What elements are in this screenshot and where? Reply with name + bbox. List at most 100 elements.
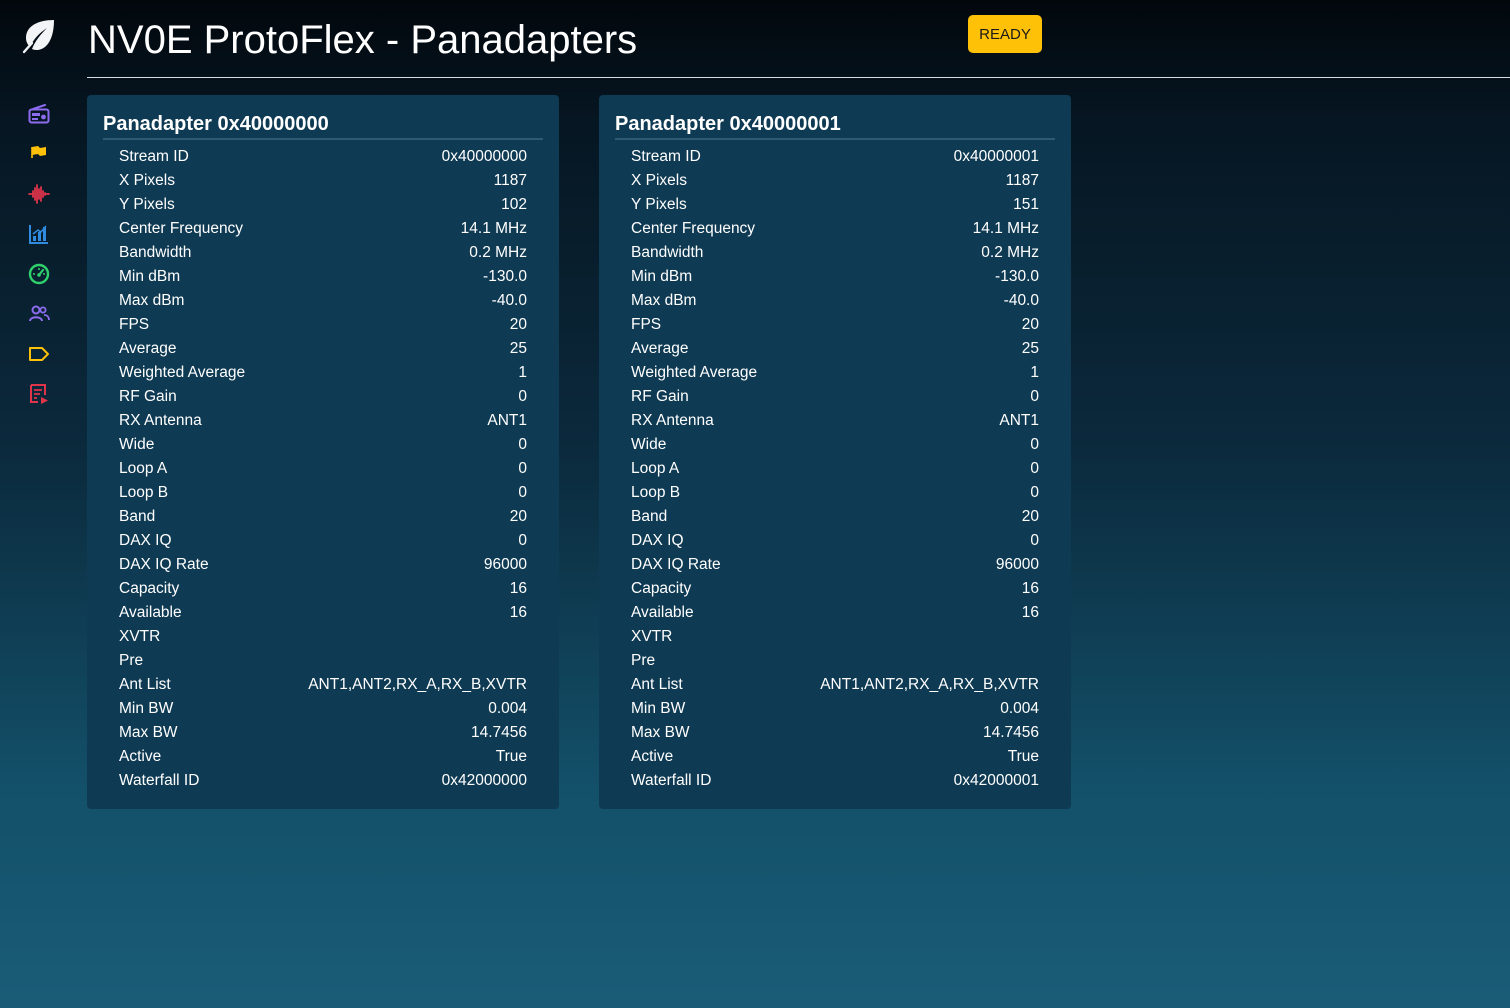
audio-waveform-icon[interactable] — [26, 181, 52, 207]
property-row: Min dBm -130.0 — [119, 265, 527, 289]
property-value: 14.1 MHz — [972, 220, 1039, 237]
property-label: Center Frequency — [631, 220, 756, 237]
leaf-icon[interactable] — [20, 16, 58, 54]
property-row: RX Antenna ANT1 — [631, 409, 1039, 433]
property-row: Min BW 0.004 — [119, 697, 527, 721]
property-label: Pre — [119, 652, 144, 669]
property-row: Min BW 0.004 — [631, 697, 1039, 721]
property-row: XVTR — [631, 625, 1039, 649]
property-row: Loop B 0 — [631, 481, 1039, 505]
property-row: Min dBm -130.0 — [631, 265, 1039, 289]
property-row: RF Gain 0 — [119, 385, 527, 409]
property-row: Band 20 — [119, 505, 527, 529]
status-badge: READY — [968, 15, 1042, 53]
property-row: Max dBm -40.0 — [119, 289, 527, 313]
property-row: FPS 20 — [631, 313, 1039, 337]
property-label: Bandwidth — [631, 244, 704, 261]
property-row: Ant List ANT1,ANT2,RX_A,RX_B,XVTR — [631, 673, 1039, 697]
property-value: 16 — [509, 604, 527, 621]
property-value: 16 — [1021, 604, 1039, 621]
property-value: 151 — [1013, 196, 1039, 213]
flag-icon[interactable] — [26, 139, 52, 165]
property-row: Active True — [631, 745, 1039, 769]
property-label: DAX IQ — [631, 532, 684, 549]
tag-icon[interactable] — [26, 341, 52, 367]
property-value: 0 — [1030, 460, 1039, 477]
property-row: Y Pixels 151 — [631, 193, 1039, 217]
property-row: RX Antenna ANT1 — [119, 409, 527, 433]
property-label: Min BW — [119, 700, 174, 717]
property-label: Loop B — [631, 484, 681, 501]
property-row: Active True — [119, 745, 527, 769]
property-value: 14.7456 — [470, 724, 527, 741]
property-row: Capacity 16 — [631, 577, 1039, 601]
property-label: Capacity — [631, 580, 692, 597]
property-row: Weighted Average 1 — [119, 361, 527, 385]
log-icon[interactable] — [26, 381, 52, 407]
property-value: 0.004 — [488, 700, 527, 717]
property-label: X Pixels — [631, 172, 687, 189]
property-value: 0 — [1030, 532, 1039, 549]
property-label: Wide — [631, 436, 667, 453]
property-value: 14.1 MHz — [460, 220, 527, 237]
property-label: Average — [631, 340, 689, 357]
property-label: Max dBm — [631, 292, 697, 309]
property-row: Bandwidth 0.2 MHz — [119, 241, 527, 265]
property-label: Min BW — [631, 700, 686, 717]
property-label: FPS — [631, 316, 662, 333]
property-row: Loop A 0 — [119, 457, 527, 481]
panadapter-card: Panadapter 0x40000000 Stream ID 0x4000000… — [87, 95, 559, 809]
property-row: Wide 0 — [631, 433, 1039, 457]
property-value: 0 — [518, 484, 527, 501]
property-label: Active — [631, 748, 674, 765]
property-value: 20 — [1021, 508, 1039, 525]
property-value: -40.0 — [491, 292, 527, 309]
property-label: Loop B — [119, 484, 169, 501]
radio-icon[interactable] — [26, 101, 52, 127]
property-label: Y Pixels — [119, 196, 175, 213]
property-value: 0x40000000 — [441, 148, 527, 165]
property-label: Loop A — [119, 460, 168, 477]
property-value: 14.7456 — [982, 724, 1039, 741]
property-row: DAX IQ Rate 96000 — [631, 553, 1039, 577]
property-value: 0x42000001 — [953, 772, 1039, 789]
property-label: Stream ID — [631, 148, 701, 165]
property-row: Wide 0 — [119, 433, 527, 457]
card-title: Panadapter 0x40000000 — [103, 111, 543, 140]
property-value: ANT1,ANT2,RX_A,RX_B,XVTR — [308, 676, 527, 693]
header-divider — [87, 77, 1510, 78]
property-label: Weighted Average — [119, 364, 246, 381]
property-label: Waterfall ID — [631, 772, 712, 789]
property-label: DAX IQ Rate — [119, 556, 209, 573]
property-label: Weighted Average — [631, 364, 758, 381]
property-label: Loop A — [631, 460, 680, 477]
property-label: Center Frequency — [119, 220, 244, 237]
property-label: Available — [631, 604, 694, 621]
property-label: Ant List — [631, 676, 683, 693]
property-value: 0 — [518, 460, 527, 477]
property-row: Max dBm -40.0 — [631, 289, 1039, 313]
property-value: 1 — [518, 364, 527, 381]
property-row: Weighted Average 1 — [631, 361, 1039, 385]
property-value: 0 — [518, 388, 527, 405]
property-label: Band — [631, 508, 668, 525]
property-label: Y Pixels — [631, 196, 687, 213]
property-row: FPS 20 — [119, 313, 527, 337]
property-label: Band — [119, 508, 156, 525]
property-value: 16 — [509, 580, 527, 597]
property-label: X Pixels — [119, 172, 175, 189]
property-row: Bandwidth 0.2 MHz — [631, 241, 1039, 265]
property-row: Loop A 0 — [631, 457, 1039, 481]
bar-chart-icon[interactable] — [26, 221, 52, 247]
gauge-icon[interactable] — [26, 261, 52, 287]
property-row: DAX IQ 0 — [631, 529, 1039, 553]
property-row: RF Gain 0 — [631, 385, 1039, 409]
property-row: Stream ID 0x40000001 — [631, 145, 1039, 169]
property-value: 25 — [509, 340, 527, 357]
page-title: NV0E ProtoFlex - Panadapters — [88, 18, 638, 62]
property-value: 0x40000001 — [953, 148, 1039, 165]
property-value: 0.2 MHz — [981, 244, 1039, 261]
users-icon[interactable] — [26, 301, 52, 327]
property-row: Y Pixels 102 — [119, 193, 527, 217]
property-list: Stream ID 0x40000000 X Pixels 1187 Y Pixels 1… — [119, 145, 527, 793]
